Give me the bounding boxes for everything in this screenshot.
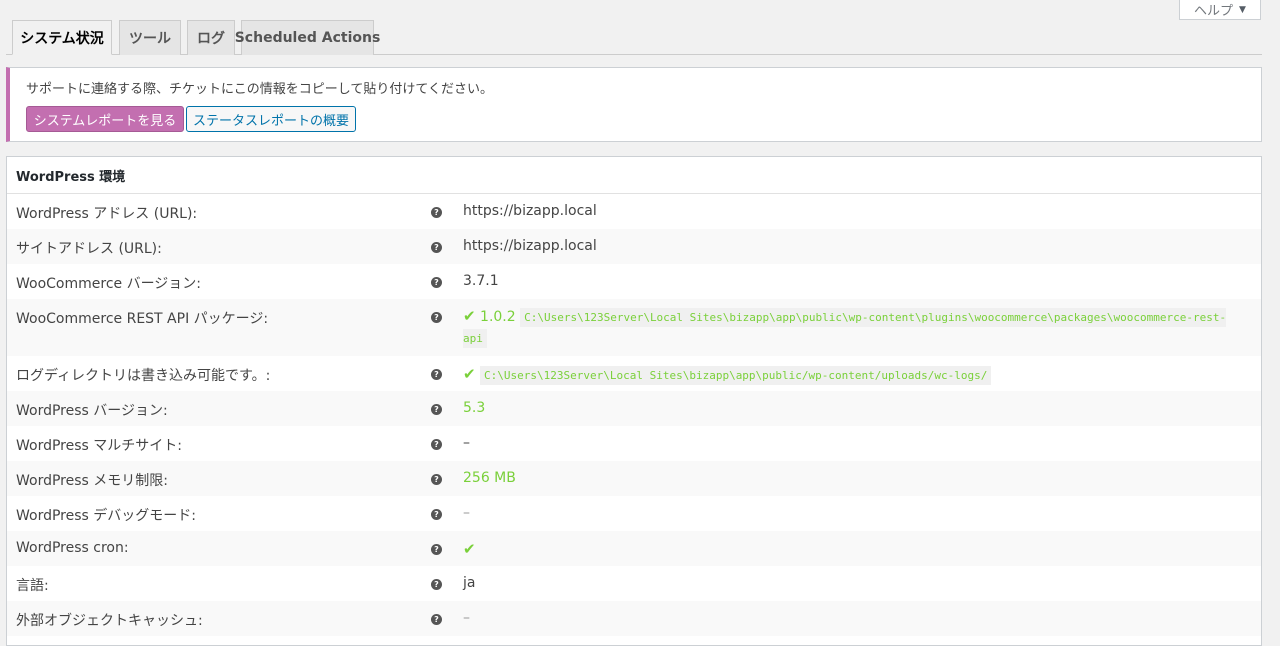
status-report-overview-button[interactable]: ステータスレポートの概要 bbox=[186, 106, 356, 132]
row-label: WordPress バージョン: bbox=[16, 403, 168, 419]
table-row: WordPress アドレス (URL): ? https://bizapp.l… bbox=[7, 194, 1261, 229]
row-label: WordPress cron: bbox=[16, 540, 129, 556]
help-tab-label: ヘルプ bbox=[1194, 4, 1234, 19]
help-icon[interactable]: ? bbox=[431, 509, 442, 520]
row-label: WordPress マルチサイト: bbox=[16, 438, 182, 454]
row-label: WooCommerce バージョン: bbox=[16, 276, 202, 292]
table-row: WordPress メモリ制限: ? 256 MB bbox=[7, 461, 1261, 496]
row-value: – bbox=[463, 610, 470, 626]
caret-down-icon: ▼ bbox=[1239, 4, 1246, 15]
row-value: https://bizapp.local bbox=[463, 203, 597, 219]
tab-system-status[interactable]: システム状況 bbox=[12, 20, 112, 55]
table-row: ログディレクトリは書き込み可能です。: ? ✔ C:\Users\123Serv… bbox=[7, 356, 1261, 391]
table-row: サイトアドレス (URL): ? https://bizapp.local bbox=[7, 229, 1261, 264]
help-icon[interactable]: ? bbox=[431, 439, 442, 450]
row-value: – bbox=[463, 505, 470, 521]
row-label: WordPress アドレス (URL): bbox=[16, 206, 198, 222]
table-row: WordPress cron: ? ✔ bbox=[7, 531, 1261, 566]
row-value: ✔ 1.0.2 C:\Users\123Server\Local Sites\b… bbox=[463, 306, 1249, 349]
check-icon: ✔ bbox=[463, 307, 476, 325]
help-icon[interactable]: ? bbox=[431, 207, 442, 218]
row-label: 外部オブジェクトキャッシュ: bbox=[16, 613, 203, 629]
help-icon[interactable]: ? bbox=[431, 312, 442, 323]
row-label: 言語: bbox=[16, 578, 49, 594]
row-label: WordPress デバッグモード: bbox=[16, 508, 196, 524]
row-value: 5.3 bbox=[463, 400, 486, 416]
wordpress-environment-table: WordPress 環境 WordPress アドレス (URL): ? htt… bbox=[6, 156, 1262, 646]
help-tab-button[interactable]: ヘルプ ▼ bbox=[1179, 0, 1261, 20]
tab-scheduled-actions[interactable]: Scheduled Actions bbox=[235, 20, 380, 55]
check-icon: ✔ bbox=[463, 540, 476, 558]
table-row: WooCommerce REST API パッケージ: ? ✔ 1.0.2 C:… bbox=[7, 299, 1261, 356]
table-row: WordPress デバッグモード: ? – bbox=[7, 496, 1261, 531]
row-value: 3.7.1 bbox=[463, 273, 499, 289]
package-path: C:\Users\123Server\Local Sites\bizapp\ap… bbox=[463, 308, 1227, 348]
row-label: ログディレクトリは書き込み可能です。: bbox=[16, 368, 271, 384]
row-value: ✔ C:\Users\123Server\Local Sites\bizapp\… bbox=[463, 365, 992, 385]
tab-logs[interactable]: ログ bbox=[187, 20, 235, 55]
table-row: WooCommerce バージョン: ? 3.7.1 bbox=[7, 264, 1261, 299]
row-value: ja bbox=[463, 575, 476, 591]
help-icon[interactable]: ? bbox=[431, 369, 442, 380]
package-version: 1.0.2 bbox=[480, 309, 516, 325]
row-value: https://bizapp.local bbox=[463, 238, 597, 254]
tab-tools[interactable]: ツール bbox=[119, 20, 181, 55]
row-label: WooCommerce REST API パッケージ: bbox=[16, 311, 269, 327]
nav-tab-wrapper: システム状況 ツール ログ Scheduled Actions bbox=[6, 20, 1262, 55]
log-directory-path: C:\Users\123Server\Local Sites\bizapp\ap… bbox=[480, 366, 992, 385]
help-icon[interactable]: ? bbox=[431, 544, 442, 555]
help-icon[interactable]: ? bbox=[431, 404, 442, 415]
help-icon[interactable]: ? bbox=[431, 242, 442, 253]
view-system-report-button[interactable]: システムレポートを見る bbox=[26, 106, 184, 132]
check-icon: ✔ bbox=[463, 365, 476, 383]
row-value: ✔ bbox=[463, 540, 476, 558]
support-notice: サポートに連絡する際、チケットにこの情報をコピーして貼り付けてください。 システ… bbox=[6, 67, 1262, 142]
help-icon[interactable]: ? bbox=[431, 277, 442, 288]
notice-message: サポートに連絡する際、チケットにこの情報をコピーして貼り付けてください。 bbox=[26, 82, 493, 97]
table-title: WordPress 環境 bbox=[7, 157, 1261, 194]
table-row: 言語: ? ja bbox=[7, 566, 1261, 601]
row-value: – bbox=[463, 435, 470, 451]
row-value: 256 MB bbox=[463, 470, 516, 486]
table-row: 外部オブジェクトキャッシュ: ? – bbox=[7, 601, 1261, 636]
help-icon[interactable]: ? bbox=[431, 579, 442, 590]
row-label: WordPress メモリ制限: bbox=[16, 473, 168, 489]
table-row: WordPress バージョン: ? 5.3 bbox=[7, 391, 1261, 426]
help-icon[interactable]: ? bbox=[431, 614, 442, 625]
help-icon[interactable]: ? bbox=[431, 474, 442, 485]
table-row: WordPress マルチサイト: ? – bbox=[7, 426, 1261, 461]
row-label: サイトアドレス (URL): bbox=[16, 241, 162, 257]
